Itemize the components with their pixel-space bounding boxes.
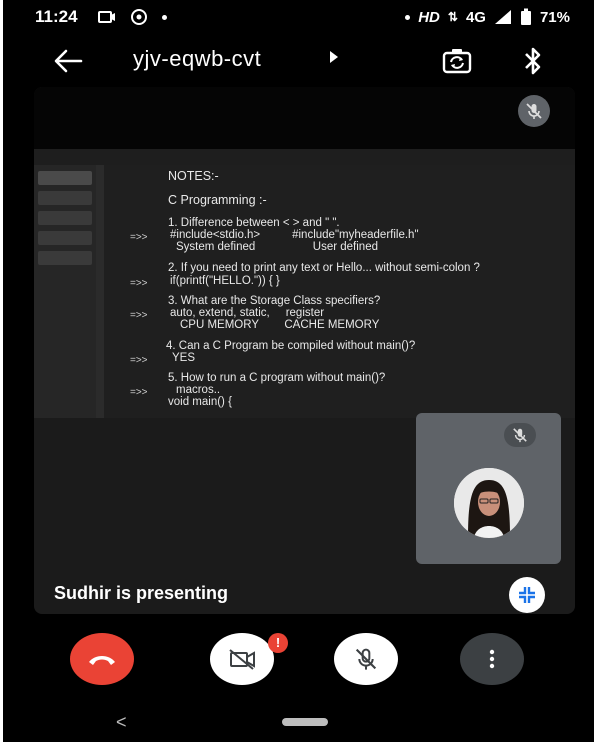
- mic-off-icon: [513, 428, 527, 443]
- more-options-button[interactable]: [460, 633, 524, 685]
- end-call-icon: [89, 656, 115, 665]
- sidebar-note-item: [38, 211, 92, 225]
- notes-arrow: =>>: [130, 355, 148, 366]
- end-call-button[interactable]: [70, 633, 134, 685]
- sidebar-note-item: [38, 251, 92, 265]
- call-controls: [3, 633, 597, 693]
- sidebar-note-item: [38, 231, 92, 245]
- meeting-header: yjv-eqwb-cvt: [3, 40, 594, 82]
- notes-line: #include<stdio.h> #include"myheaderfile.…: [170, 229, 419, 241]
- notes-line: if(printf("HELLO.")) { }: [170, 275, 280, 287]
- avatar: [454, 468, 524, 538]
- battery-percent: 71%: [539, 8, 570, 26]
- notes-line: macros..: [176, 384, 221, 396]
- notes-line: 3. What are the Storage Class specifiers…: [168, 295, 381, 307]
- microphone-toggle-button[interactable]: [334, 633, 398, 685]
- notes-line: System defined User defined: [176, 241, 378, 253]
- status-bar: 11:24 HD ⇅ 4G 71%: [3, 0, 594, 34]
- signal-icon: [494, 10, 511, 24]
- video-off-icon: [229, 649, 255, 670]
- notes-line: NOTES:-: [168, 169, 219, 183]
- minimize-presentation-button[interactable]: [509, 577, 545, 613]
- camera-toggle-button[interactable]: [210, 633, 274, 685]
- sidebar-note-item: [38, 191, 92, 205]
- status-time: 11:24: [35, 7, 78, 26]
- notes-document: NOTES:- C Programming :- 1. Difference b…: [104, 165, 575, 418]
- camera-switch-icon[interactable]: [441, 46, 473, 76]
- notes-line: CPU MEMORY CACHE MEMORY: [180, 319, 380, 331]
- notes-line: YES: [172, 352, 196, 364]
- shared-screen: NOTES:- C Programming :- 1. Difference b…: [34, 149, 575, 418]
- hd-label: HD: [418, 8, 440, 26]
- notes-line: 4. Can a C Program be compiled without m…: [166, 340, 416, 352]
- camera-alert-badge: !: [268, 633, 288, 653]
- self-mic-off-badge: [504, 423, 536, 447]
- more-options-icon: [489, 649, 495, 669]
- bluetooth-icon[interactable]: [521, 45, 545, 77]
- app-notification-icon: [130, 9, 147, 25]
- nav-back-button[interactable]: <: [116, 712, 127, 733]
- data-arrows-icon: ⇅: [447, 10, 458, 24]
- notes-line: auto, extend, static, register: [170, 307, 325, 319]
- cast-icon: [97, 11, 115, 23]
- notes-arrow: =>>: [130, 387, 148, 398]
- collapse-icon: [519, 587, 535, 603]
- back-arrow-icon[interactable]: [53, 48, 83, 74]
- phone-frame: 11:24 HD ⇅ 4G 71% yjv-eqwb-cvt NOTES:- C…: [0, 0, 597, 742]
- self-view-tile[interactable]: [416, 413, 561, 564]
- notes-line: 2. If you need to print any text or Hell…: [168, 262, 480, 274]
- signal-dot-icon: [405, 14, 411, 20]
- meeting-code[interactable]: yjv-eqwb-cvt: [133, 46, 261, 72]
- call-stage: NOTES:- C Programming :- 1. Difference b…: [34, 87, 575, 614]
- presenter-mic-off-badge: [518, 95, 550, 127]
- network-label: 4G: [465, 8, 486, 26]
- user-photo-icon: [454, 468, 524, 538]
- mic-off-icon: [526, 103, 542, 119]
- notes-line: 5. How to run a C program without main()…: [168, 372, 386, 384]
- mic-off-icon: [355, 648, 377, 670]
- notes-line: 1. Difference between < > and " ".: [168, 217, 340, 229]
- sidebar-note-item: [38, 171, 92, 185]
- presenter-tile-top: [34, 87, 575, 149]
- shared-screen-titlebar: [34, 149, 575, 165]
- presenting-status: Sudhir is presenting: [54, 583, 229, 603]
- notes-arrow: =>>: [130, 278, 148, 289]
- shared-screen-sidebar: [34, 165, 96, 418]
- notes-line: void main() {: [168, 396, 232, 408]
- dropdown-arrow-icon[interactable]: [329, 50, 339, 64]
- notes-line: C Programming :-: [168, 193, 267, 207]
- notes-arrow: =>>: [130, 310, 148, 321]
- notes-arrow: =>>: [130, 232, 148, 243]
- notification-dot-icon: [161, 14, 167, 20]
- nav-home-pill[interactable]: [282, 718, 328, 726]
- battery-icon: [520, 8, 531, 25]
